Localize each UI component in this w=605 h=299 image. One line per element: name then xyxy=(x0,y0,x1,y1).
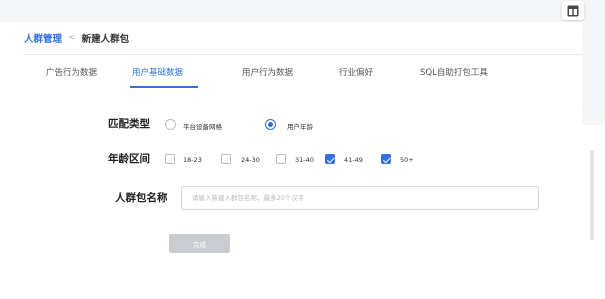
age-checkbox-50-plus[interactable] xyxy=(381,154,391,164)
age-option-label: 31-40 xyxy=(295,156,314,164)
active-tab-indicator xyxy=(130,86,198,88)
age-option-label: 50+ xyxy=(400,156,414,164)
match-type-radio-device-grid[interactable] xyxy=(165,119,176,130)
scrollbar[interactable] xyxy=(590,150,594,240)
match-type-option-label: 用户年龄 xyxy=(287,123,313,131)
age-checkbox-31-40[interactable] xyxy=(276,154,286,164)
age-checkbox-24-30[interactable] xyxy=(221,154,231,164)
tab-sql-tool[interactable]: SQL自助打包工具 xyxy=(420,66,488,78)
top-gray-band xyxy=(0,0,605,22)
age-checkbox-41-49[interactable] xyxy=(325,154,335,164)
breadcrumb-root-link[interactable]: 人群管理 xyxy=(24,31,62,45)
table-icon xyxy=(567,5,579,16)
table-view-button[interactable] xyxy=(562,1,584,20)
right-gray-band xyxy=(582,22,605,125)
tab-industry-preference[interactable]: 行业偏好 xyxy=(339,66,373,78)
tab-divider xyxy=(24,54,582,55)
package-name-label: 人群包名称 xyxy=(115,192,168,204)
age-checkbox-18-23[interactable] xyxy=(165,154,175,164)
package-name-input[interactable] xyxy=(181,186,539,210)
submit-button[interactable]: 完成 xyxy=(169,234,230,253)
breadcrumb-separator: < xyxy=(68,33,76,43)
tab-user-basic[interactable]: 用户基础数据 xyxy=(132,66,183,78)
breadcrumb: 人群管理 < 新建人群包 xyxy=(24,31,129,45)
age-option-label: 41-49 xyxy=(344,156,363,164)
age-option-label: 18-23 xyxy=(183,156,202,164)
match-type-radio-user-age[interactable] xyxy=(265,119,276,130)
match-type-option-label: 平台设备网格 xyxy=(183,123,222,131)
age-range-label: 年龄区间 xyxy=(108,153,150,165)
age-option-label: 24-30 xyxy=(241,156,260,164)
tab-user-behavior[interactable]: 用户行为数据 xyxy=(242,66,293,78)
match-type-label: 匹配类型 xyxy=(108,118,150,130)
tab-ad-behavior[interactable]: 广告行为数据 xyxy=(46,66,97,78)
breadcrumb-current: 新建人群包 xyxy=(81,34,130,45)
